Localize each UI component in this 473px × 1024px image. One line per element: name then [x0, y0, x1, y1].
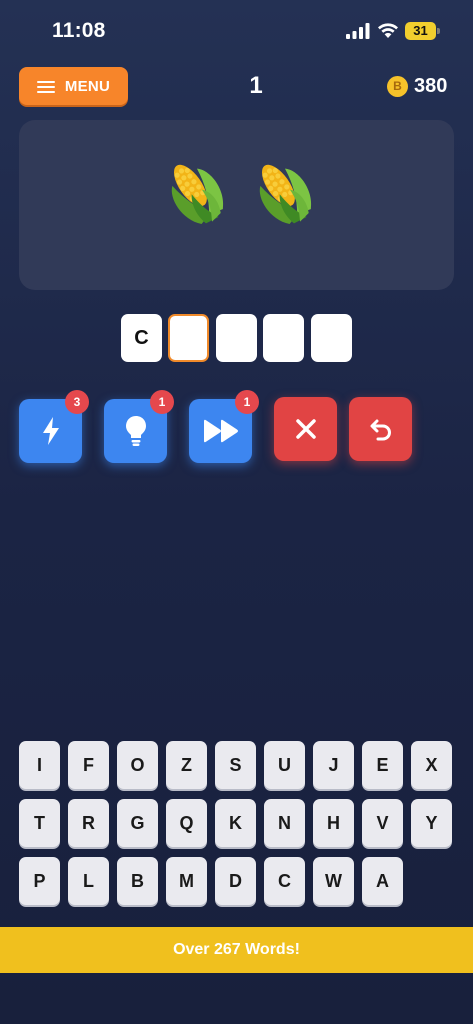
- key-c[interactable]: C: [264, 857, 305, 905]
- answer-slot[interactable]: C: [121, 314, 162, 362]
- key-q[interactable]: Q: [166, 799, 207, 847]
- words-banner[interactable]: Over 267 Words!: [0, 927, 473, 973]
- answer-slot[interactable]: [216, 314, 257, 362]
- key-d[interactable]: D: [215, 857, 256, 905]
- status-time: 11:08: [52, 19, 106, 42]
- key-v[interactable]: V: [362, 799, 403, 847]
- key-g[interactable]: G: [117, 799, 158, 847]
- clear-button[interactable]: [274, 397, 337, 461]
- fast-forward-icon: [203, 419, 238, 443]
- battery-level: 31: [413, 23, 428, 38]
- coin-count: 380: [414, 75, 448, 97]
- key-b[interactable]: B: [117, 857, 158, 905]
- answer-slot[interactable]: [311, 314, 352, 362]
- undo-icon: [370, 419, 391, 441]
- key-s[interactable]: S: [215, 741, 256, 789]
- key-e[interactable]: E: [362, 741, 403, 789]
- menu-label: MENU: [64, 77, 111, 95]
- battery-icon: 31: [405, 22, 440, 40]
- key-a[interactable]: A: [362, 857, 403, 905]
- powerup-count-badge: 1: [150, 390, 174, 414]
- key-o[interactable]: O: [117, 741, 158, 789]
- cellular-signal-icon: [346, 23, 370, 39]
- key-w[interactable]: W: [313, 857, 354, 905]
- close-icon: [295, 419, 316, 439]
- powerup-count-badge: 1: [235, 390, 259, 414]
- key-f[interactable]: F: [68, 741, 109, 789]
- coin-icon: B: [387, 76, 408, 97]
- key-i[interactable]: I: [19, 741, 60, 789]
- key-y[interactable]: Y: [411, 799, 452, 847]
- corn-emoji-icon: [171, 164, 224, 225]
- lightning-powerup-button[interactable]: 3: [19, 390, 89, 463]
- key-x[interactable]: X: [411, 741, 452, 789]
- key-r[interactable]: R: [68, 799, 109, 847]
- key-j[interactable]: J: [313, 741, 354, 789]
- key-m[interactable]: M: [166, 857, 207, 905]
- key-n[interactable]: N: [264, 799, 305, 847]
- answer-slot-active[interactable]: [168, 314, 209, 362]
- key-p[interactable]: P: [19, 857, 60, 905]
- menu-button[interactable]: MENU: [19, 67, 128, 105]
- key-z[interactable]: Z: [166, 741, 207, 789]
- skip-powerup-button[interactable]: 1: [189, 390, 259, 463]
- key-l[interactable]: L: [68, 857, 109, 905]
- lightbulb-icon: [125, 416, 146, 446]
- key-h[interactable]: H: [313, 799, 354, 847]
- powerup-count-badge: 3: [65, 390, 89, 414]
- key-k[interactable]: K: [215, 799, 256, 847]
- corn-emoji-icon: [259, 164, 312, 225]
- hint-powerup-button[interactable]: 1: [104, 390, 174, 463]
- clue-panel: [19, 120, 454, 290]
- hamburger-icon: [36, 80, 55, 93]
- level-number: 1: [249, 72, 263, 99]
- key-u[interactable]: U: [264, 741, 305, 789]
- answer-slot[interactable]: [263, 314, 304, 362]
- lightning-icon: [42, 417, 59, 445]
- undo-button[interactable]: [349, 397, 412, 461]
- key-t[interactable]: T: [19, 799, 60, 847]
- status-bar: 11:08 31: [0, 0, 473, 62]
- wifi-icon: [378, 23, 398, 38]
